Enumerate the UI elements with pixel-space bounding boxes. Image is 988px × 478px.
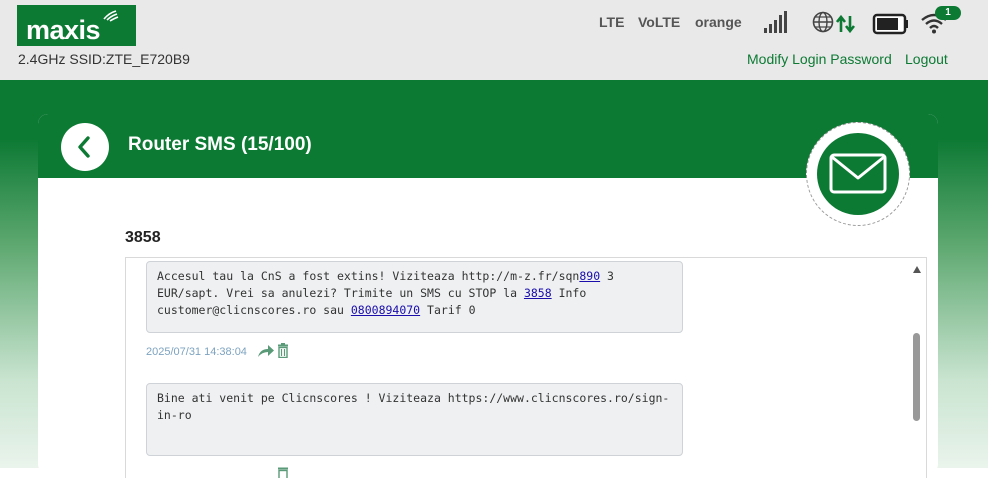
ssid-label: 2.4GHz SSID:ZTE_E720B9	[18, 51, 190, 67]
envelope-circle	[817, 133, 899, 215]
logo-wave-icon	[101, 8, 121, 22]
scroll-up-arrow[interactable]	[913, 266, 921, 273]
back-button[interactable]	[61, 123, 109, 171]
message-line: Accesul tau la CnS a fost extins! Vizite…	[157, 268, 672, 285]
wifi-clients-badge: 1	[935, 6, 961, 20]
sms-card: Router SMS (15/100) 3858 Accesul tau la …	[38, 114, 938, 474]
data-transfer-arrows-icon	[836, 14, 856, 34]
modify-login-password-link[interactable]: Modify Login Password	[747, 51, 892, 67]
message-text: 3	[600, 269, 614, 283]
message-thread[interactable]: Accesul tau la CnS a fost extins! Vizite…	[125, 257, 927, 478]
message-timestamp: 2025/07/31 14:38:04	[146, 346, 247, 358]
top-header: maxis 2.4GHz SSID:ZTE_E720B9 LTE VoLTE o…	[0, 0, 988, 80]
message-text: Tarif 0	[420, 303, 475, 317]
message-text: EUR/sapt. Vrei sa anulezi? Trimite un SM…	[157, 286, 524, 300]
envelope-badge	[806, 122, 910, 226]
card-header: Router SMS (15/100)	[38, 114, 938, 178]
message-line: EUR/sapt. Vrei sa anulezi? Trimite un SM…	[157, 285, 672, 302]
message-text: customer@clicnscores.ro sau	[157, 303, 351, 317]
page-title: Router SMS (15/100)	[128, 134, 312, 156]
message-link[interactable]: 0800894070	[351, 303, 420, 317]
envelope-icon	[817, 133, 899, 215]
network-type: LTE	[599, 14, 624, 30]
delete-icon[interactable]	[277, 343, 289, 358]
message-link[interactable]: 890	[579, 269, 600, 283]
forward-icon[interactable]	[257, 344, 275, 358]
scroll-thumb[interactable]	[913, 333, 920, 421]
message-line: in-ro	[157, 407, 672, 424]
logout-link[interactable]: Logout	[905, 51, 948, 67]
battery-icon	[872, 13, 910, 35]
carrier-name: orange	[695, 14, 742, 30]
maxis-logo: maxis	[17, 5, 136, 46]
logo-text: maxis	[26, 15, 100, 46]
message-text: Info	[552, 286, 587, 300]
message-line: Bine ati venit pe Clicnscores ! Viziteaz…	[157, 390, 672, 407]
thread-scrollbar[interactable]	[909, 258, 925, 478]
volte-label: VoLTE	[638, 14, 680, 30]
message-bubble: Bine ati venit pe Clicnscores ! Viziteaz…	[146, 383, 683, 456]
message-bubble: Accesul tau la CnS a fost extins! Vizite…	[146, 261, 683, 333]
signal-bars-icon	[763, 10, 789, 34]
globe-icon	[812, 11, 834, 33]
chevron-left-icon	[61, 123, 109, 171]
sender-number: 3858	[125, 229, 161, 247]
message-text: Accesul tau la CnS a fost extins! Vizite…	[157, 269, 579, 283]
message-line: customer@clicnscores.ro sau 0800894070 T…	[157, 302, 672, 319]
message-link[interactable]: 3858	[524, 286, 552, 300]
